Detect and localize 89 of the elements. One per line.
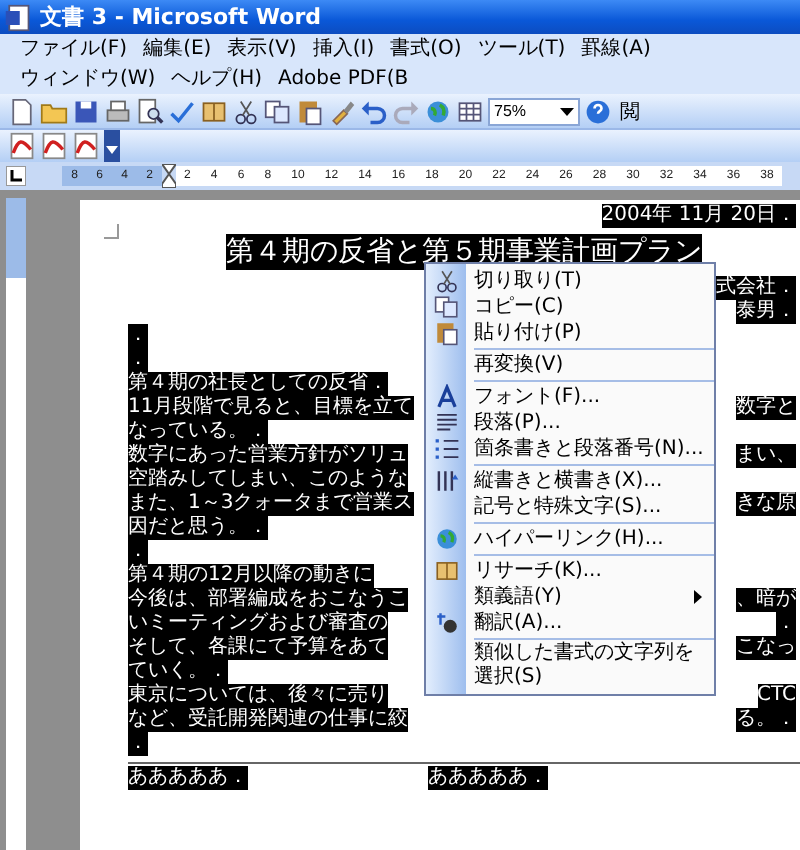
indent-marker-icon[interactable] xyxy=(162,164,176,188)
body-text: 第４期の社長としての反省． xyxy=(128,372,388,396)
spelling-check-icon[interactable] xyxy=(168,97,196,125)
help-icon[interactable] xyxy=(584,97,612,125)
body-text: そして、各課にて予算をあて xyxy=(128,636,388,660)
crop-mark xyxy=(104,224,120,240)
menu-item[interactable]: 類義語(Y) xyxy=(426,584,714,610)
print-preview-icon[interactable] xyxy=(136,97,164,125)
paragraph-icon xyxy=(433,410,459,436)
menu-item[interactable]: ハイパーリンク(H)... xyxy=(426,526,714,552)
cut-icon xyxy=(433,268,459,294)
menu-item[interactable]: 切り取り(T) xyxy=(426,268,714,294)
body-text: ． xyxy=(128,348,148,372)
word-document-icon xyxy=(4,3,32,31)
menu-item[interactable]: 箇条書きと段落番号(N)... xyxy=(426,436,714,462)
body-text: ． xyxy=(128,540,148,564)
body-text: まい、 xyxy=(736,444,796,468)
zoom-field[interactable]: 75% xyxy=(488,97,580,125)
tab-selector-icon[interactable] xyxy=(6,166,26,186)
cut-icon[interactable] xyxy=(232,97,260,125)
menu-item[interactable]: 表示(V) xyxy=(219,34,305,64)
body-text: 第４期の12月以降の動きに xyxy=(128,564,374,588)
menu-item[interactable]: 再変換(V) xyxy=(426,352,714,378)
table-icon[interactable] xyxy=(456,97,484,125)
menu-item[interactable]: 縦書きと横書き(X)... xyxy=(426,468,714,494)
menu-item[interactable]: 翻訳(A)... xyxy=(426,610,714,636)
brush-icon[interactable] xyxy=(328,97,356,125)
body-text: 因だと思う。． xyxy=(128,516,268,540)
body-text: きな原 xyxy=(736,492,796,516)
body-text: など、受託開発関連の仕事に絞 xyxy=(128,708,408,732)
menu-item[interactable]: 記号と特殊文字(S)... xyxy=(426,494,714,520)
body-text: る。． xyxy=(736,708,796,732)
research-icon[interactable] xyxy=(200,97,228,125)
table-cell: あああああ． xyxy=(128,766,248,790)
body-text: 数字と xyxy=(736,396,796,420)
body-text: 泰男． xyxy=(736,300,796,324)
pdf-icon[interactable] xyxy=(8,132,36,160)
menu-item[interactable]: 貼り付け(P) xyxy=(426,320,714,346)
reading-layout-button[interactable]: 閲 xyxy=(616,97,644,125)
menu-item[interactable]: ファイル(F) xyxy=(12,34,136,64)
date-text: 2004年 11月 20日． xyxy=(601,204,796,228)
body-text: なっている。． xyxy=(128,420,268,444)
menu-item[interactable]: 編集(E) xyxy=(135,34,220,64)
menu-item[interactable]: ヘルプ(H) xyxy=(163,64,271,94)
save-icon[interactable] xyxy=(72,97,100,125)
body-text: ． xyxy=(128,324,148,348)
undo-icon[interactable] xyxy=(360,97,388,125)
vertical-text-icon xyxy=(433,468,459,494)
research-icon xyxy=(433,558,459,584)
menu-item[interactable]: コピー(C) xyxy=(426,294,714,320)
body-text: また、1～3クォータまで営業ス xyxy=(128,492,414,516)
menu-item[interactable]: Adobe PDF(B xyxy=(270,64,417,94)
caret-icon[interactable] xyxy=(560,107,574,115)
body-text: こなっ xyxy=(736,636,796,660)
menu-item[interactable]: ツール(T) xyxy=(469,34,574,64)
menu-item[interactable]: 挿入(I) xyxy=(304,34,383,64)
body-text: 、暗が xyxy=(736,588,796,612)
body-text: いミーティングおよび審査の xyxy=(128,612,388,636)
body-text: 今後は、部署編成をおこなうこ xyxy=(128,588,408,612)
menu-item[interactable]: 書式(O) xyxy=(382,34,470,64)
body-text: 空踏みしてしまい、このような xyxy=(128,468,408,492)
copy-icon[interactable] xyxy=(264,97,292,125)
hyperlink-icon[interactable] xyxy=(424,97,452,125)
bullet-list-icon xyxy=(433,436,459,462)
menu-item[interactable]: 罫線(A) xyxy=(573,34,659,64)
menu-item[interactable]: 段落(P)... xyxy=(426,410,714,436)
menu-item[interactable]: 類似した書式の文字列を選択(S) xyxy=(426,642,714,690)
body-text: 式会社． xyxy=(716,276,796,300)
body-text: ていく。． xyxy=(128,660,228,684)
body-text: 数字にあった営業方針がソリュ xyxy=(128,444,408,468)
menu-item[interactable]: リサーチ(K)... xyxy=(426,558,714,584)
toolbar-options-icon[interactable] xyxy=(104,130,120,162)
pdf-icon[interactable] xyxy=(72,132,100,160)
window-title: 文書 3 - Microsoft Word xyxy=(40,2,322,32)
hyperlink-icon xyxy=(433,526,459,552)
paste-icon[interactable] xyxy=(296,97,324,125)
body-text: ． xyxy=(128,732,148,756)
font-icon xyxy=(433,384,459,410)
menu-item[interactable]: ウィンドウ(W) xyxy=(12,64,164,94)
body-text: 11月段階で見ると、目標を立て xyxy=(128,396,414,420)
paste-icon xyxy=(433,320,459,346)
menu-item[interactable]: フォント(F)... xyxy=(426,384,714,410)
body-text: CTC xyxy=(757,684,796,708)
copy-icon xyxy=(433,294,459,320)
table-cell: あああああ． xyxy=(428,766,548,790)
print-icon[interactable] xyxy=(104,97,132,125)
pdf-icon[interactable] xyxy=(40,132,68,160)
body-text: 東京については、後々に売り xyxy=(128,684,388,708)
body-text: ． xyxy=(776,612,796,636)
